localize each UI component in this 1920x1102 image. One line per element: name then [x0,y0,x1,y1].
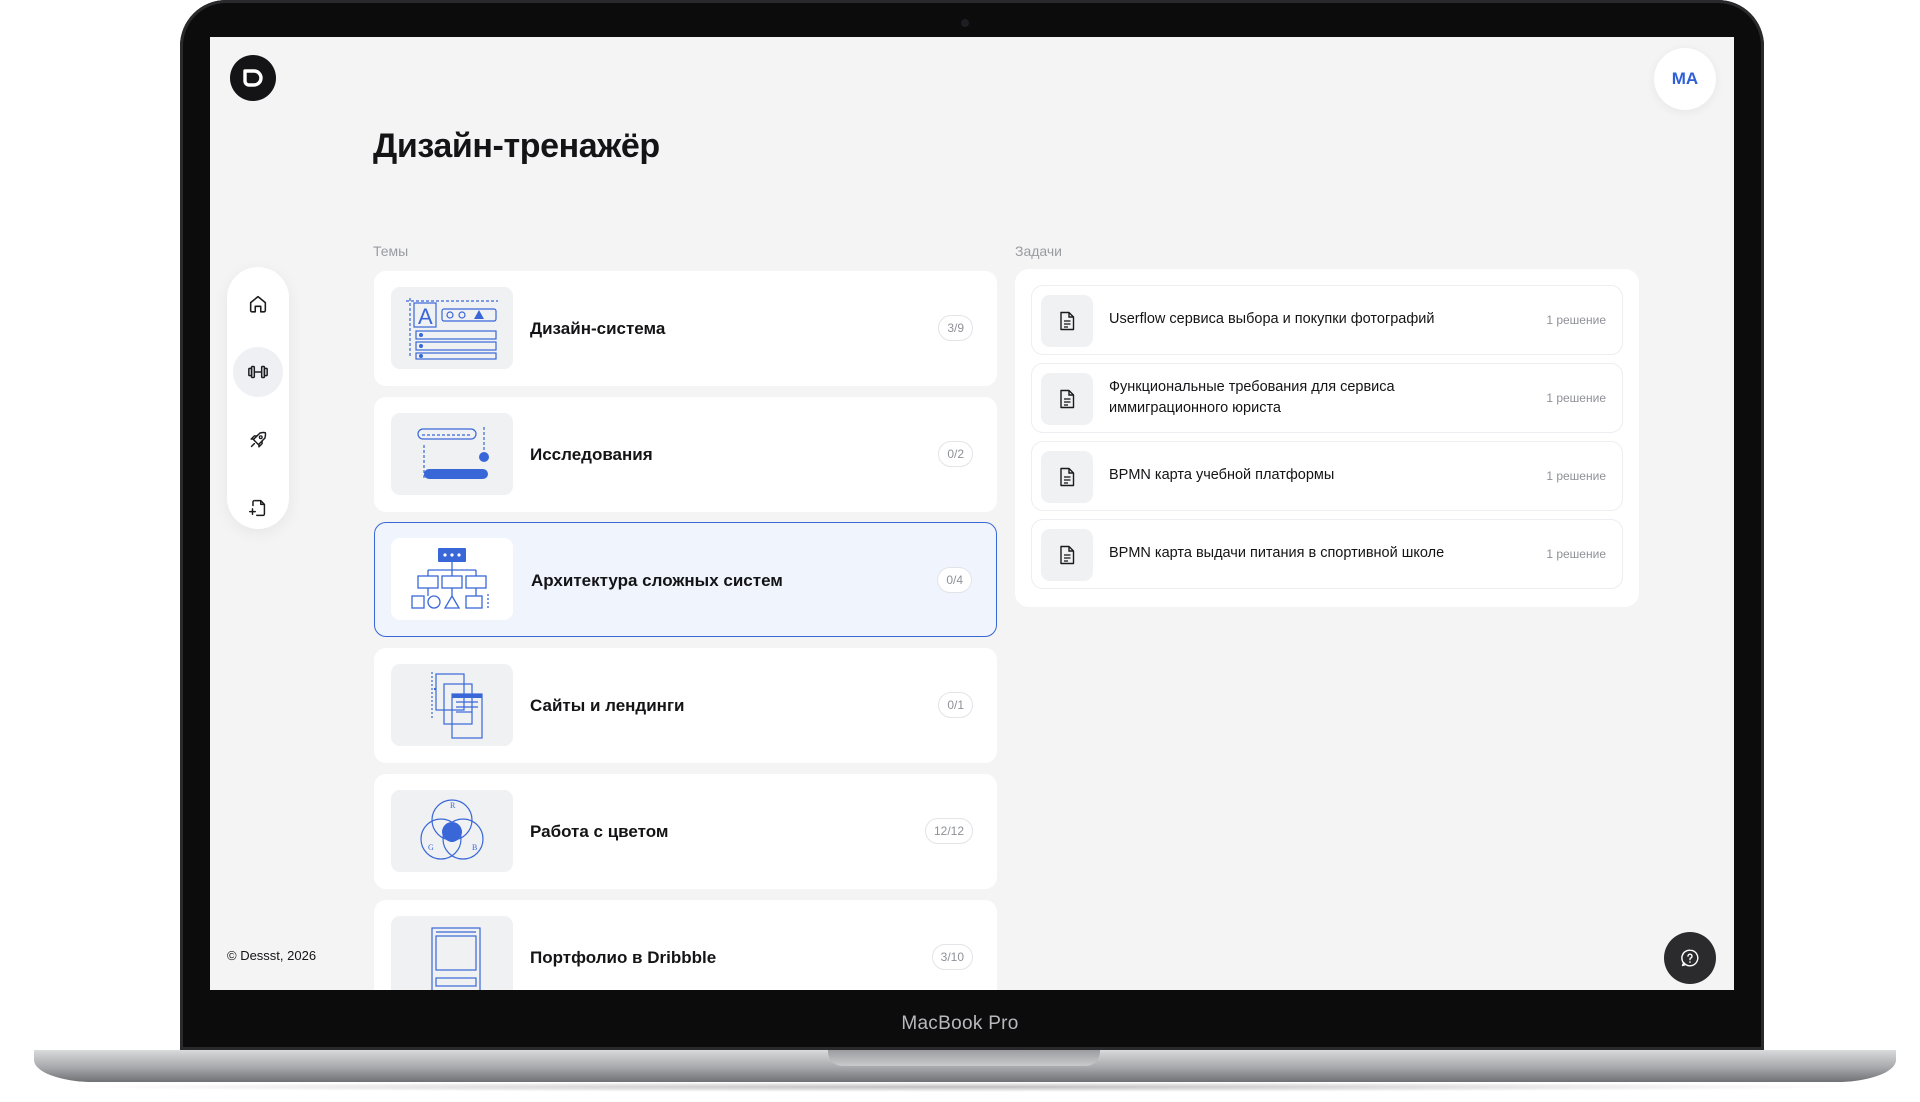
topic-progress-badge: 0/1 [938,692,973,718]
laptop-shadow [60,1082,1870,1092]
svg-text:G: G [428,843,434,852]
task-title: BPMN карта учебной платформы [1109,467,1335,484]
topic-title: Дизайн-система [530,318,666,338]
topic-progress-badge: 3/9 [938,315,973,341]
nav-launch[interactable] [233,415,283,465]
nav-home[interactable] [233,279,283,329]
topic-progress-badge: 0/4 [937,567,972,593]
file-sparkle-icon [249,499,266,517]
topic-title: Сайты и лендинги [530,695,685,715]
research-illustration [391,413,513,495]
task-title: Userflow сервиса выбора и покупки фотогр… [1109,311,1435,328]
tasks-label: Задачи [1015,243,1063,259]
dumbbell-icon [248,365,268,379]
laptop-frame: MA Дизайн-тренажёр Темы A Дизайн-система… [0,0,1920,1102]
svg-text:A: A [418,304,433,329]
topic-card-research[interactable]: Исследования 0/2 [374,397,997,512]
document-icon [1041,529,1093,581]
topic-progress-badge: 12/12 [924,818,973,844]
topic-card-architecture[interactable]: Архитектура сложных систем 0/4 [374,522,997,637]
task-solutions-count: 1 решение [1546,469,1606,483]
task-item[interactable]: Userflow сервиса выбора и покупки фотогр… [1031,285,1623,355]
svg-text:B: B [472,843,477,852]
side-nav [227,267,289,529]
task-title: BPMN карта выдачи питания в спортивной ш… [1109,545,1445,562]
topic-card-design-system[interactable]: A Дизайн-система 3/9 [374,271,997,386]
topic-card-color[interactable]: R G B Работа с цветом 12/12 [374,774,997,889]
camera-dot [961,19,969,27]
portfolio-illustration [391,916,513,990]
topic-progress-badge: 0/2 [938,441,973,467]
task-title: Функциональные требования для сервиса им… [1109,378,1395,416]
topic-title: Архитектура сложных систем [531,570,783,590]
topic-card-websites[interactable]: Сайты и лендинги 0/1 [374,648,997,763]
home-icon [249,295,267,313]
design-system-illustration: A [391,287,513,369]
user-avatar[interactable]: MA [1654,48,1716,110]
task-item[interactable]: BPMN карта выдачи питания в спортивной ш… [1031,519,1623,589]
topic-title: Портфолио в Dribbble [530,947,717,967]
nav-trainer[interactable] [233,347,283,397]
nav-create[interactable] [233,483,283,533]
task-solutions-count: 1 решение [1546,391,1606,405]
help-button[interactable] [1664,932,1716,984]
tasks-panel: Userflow сервиса выбора и покупки фотогр… [1015,269,1639,607]
topic-title: Исследования [530,444,653,464]
copyright-text: © Dessst, 2026 [227,948,317,963]
document-icon [1041,295,1093,347]
app-logo[interactable] [230,55,276,101]
color-wheel-illustration: R G B [391,790,513,872]
topic-progress-badge: 3/10 [931,944,973,970]
task-item[interactable]: Функциональные требования для сервиса им… [1031,363,1623,433]
device-brand-label: MacBook Pro [901,1013,1019,1034]
task-solutions-count: 1 решение [1546,547,1606,561]
svg-text:R: R [450,801,456,810]
task-item[interactable]: BPMN карта учебной платформы 1 решение [1031,441,1623,511]
document-icon [1041,373,1093,425]
logo-icon [243,69,263,87]
task-solutions-count: 1 решение [1546,313,1606,327]
topic-card-portfolio[interactable]: Портфолио в Dribbble 3/10 [374,900,997,990]
websites-illustration [391,664,513,746]
app-screen: MA Дизайн-тренажёр Темы A Дизайн-система… [210,37,1734,990]
topic-title: Работа с цветом [530,821,669,841]
rocket-icon [250,431,267,448]
architecture-illustration [391,538,513,620]
document-icon [1041,451,1093,503]
topics-label: Темы [373,243,409,259]
page-title: Дизайн-тренажёр [373,127,660,165]
laptop-opening-notch [828,1050,1100,1066]
question-chat-icon [1681,949,1699,967]
